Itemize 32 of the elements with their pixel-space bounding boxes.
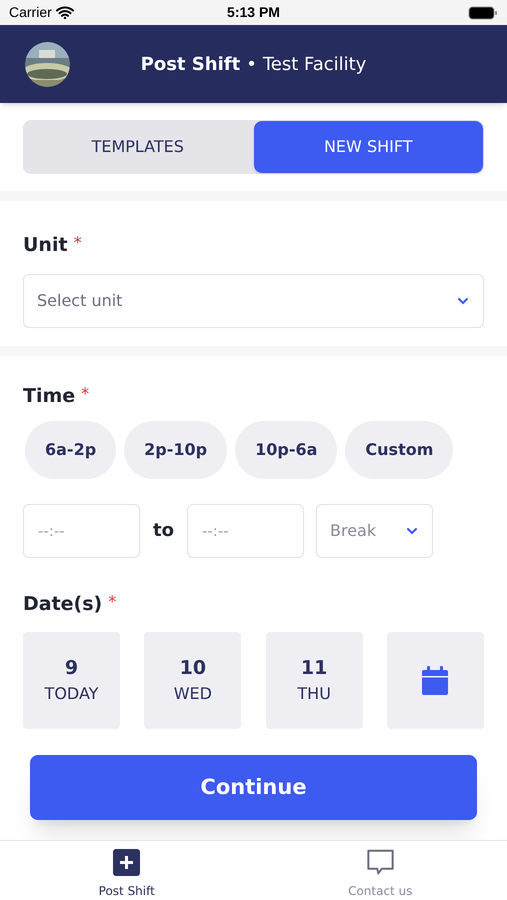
field-label: Date(s)	[23, 592, 102, 616]
time-preset-chip[interactable]: Custom	[345, 420, 454, 478]
date-tile[interactable]: 10 WED	[144, 632, 242, 729]
end-time-field[interactable]: --:--	[186, 504, 304, 558]
carrier-label: Carrier	[9, 3, 52, 22]
field-label: Unit	[23, 233, 68, 258]
wifi-icon	[56, 6, 74, 19]
time-preset-chip[interactable]: 10p-6a	[235, 420, 338, 478]
time-preset-chip[interactable]: 6a-2p	[25, 420, 116, 478]
calendar-button[interactable]	[386, 632, 484, 729]
facility-name: Test Facility	[262, 52, 366, 76]
plus-icon	[113, 849, 140, 876]
chat-bubble-icon	[364, 849, 396, 876]
header-title: Post Shift	[140, 52, 240, 76]
start-time-field[interactable]: --:--	[23, 504, 140, 558]
title-separator: •	[246, 52, 257, 76]
date-tile[interactable]: 11 THU	[266, 632, 363, 729]
calendar-icon	[421, 666, 450, 696]
required-asterisk: *	[81, 383, 90, 405]
continue-button[interactable]: Continue	[30, 755, 477, 820]
battery-icon	[468, 6, 498, 20]
date-tile[interactable]: 9 TODAY	[23, 632, 120, 729]
time-preset-chip[interactable]: 2p-10p	[124, 420, 228, 478]
required-asterisk: *	[74, 232, 82, 254]
segment-tab[interactable]: NEW SHIFT	[254, 121, 483, 173]
required-asterisk: *	[108, 590, 116, 612]
clock-label: 5:13 PM	[227, 3, 280, 22]
tab-bar-item[interactable]: Post Shift	[0, 841, 254, 900]
unit-select[interactable]: Select unit	[23, 274, 484, 328]
to-label: to	[152, 519, 175, 543]
field-label: Time	[23, 384, 76, 409]
segment-tab[interactable]: TEMPLATES	[23, 120, 252, 174]
